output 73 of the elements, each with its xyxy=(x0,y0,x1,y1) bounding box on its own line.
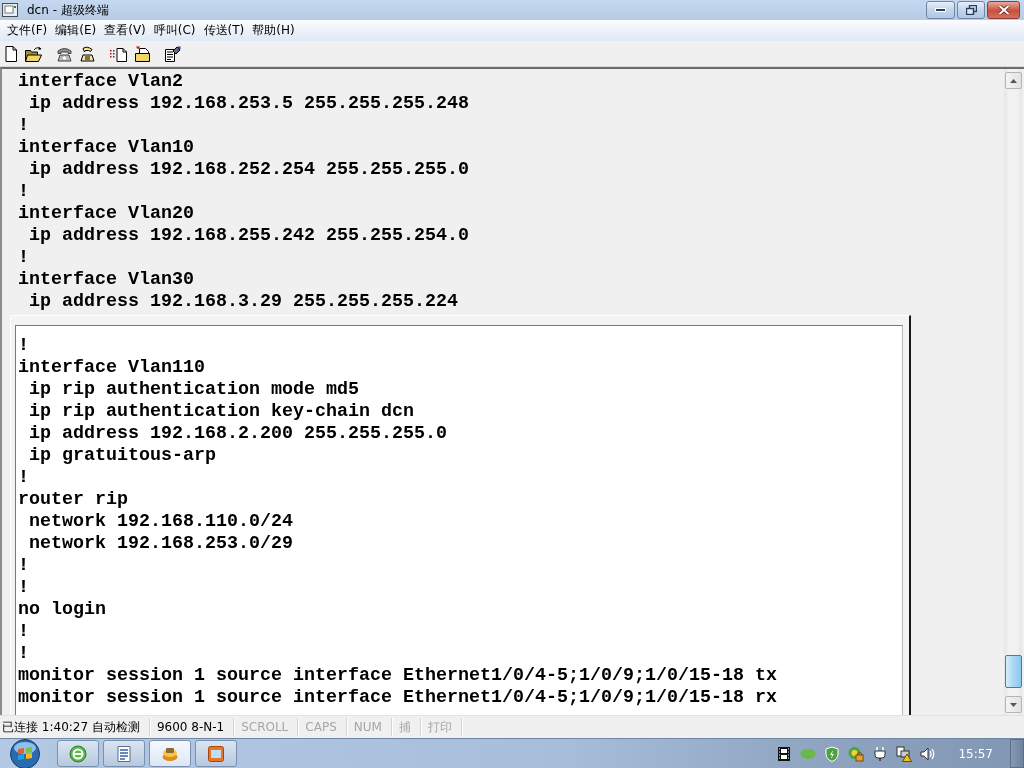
lock-icon[interactable] xyxy=(848,745,865,762)
status-text: CAPS xyxy=(305,720,337,734)
terminal-line: network 192.168.110.0/24 xyxy=(28,511,293,533)
terminal-line: interface Vlan20 xyxy=(18,203,194,225)
terminal-line: ! xyxy=(18,555,29,577)
scroll-thumb[interactable] xyxy=(1004,655,1022,688)
minimize-icon xyxy=(935,8,946,12)
up-arrow-icon xyxy=(1009,78,1017,83)
terminal-line: ip rip authentication key-chain dcn xyxy=(28,401,414,423)
terminal-line: ! xyxy=(18,643,29,665)
down-arrow-icon xyxy=(1009,702,1017,707)
terminal-line: no login xyxy=(18,599,106,621)
window-title: dcn - 超级终端 xyxy=(27,1,109,19)
terminal-line: network 192.168.253.0/29 xyxy=(28,533,293,555)
window-icon xyxy=(207,744,225,763)
menu-item[interactable]: 文件(F) xyxy=(4,20,52,41)
close-button[interactable] xyxy=(987,1,1020,19)
terminal-line: router rip xyxy=(18,489,128,511)
restore-button[interactable] xyxy=(957,1,985,19)
taskbar-button[interactable] xyxy=(195,740,237,767)
terminal-line: interface Vlan30 xyxy=(18,269,194,291)
scroll-up-button[interactable] xyxy=(1004,72,1022,89)
network-warning-icon[interactable] xyxy=(896,745,913,762)
status-text: 已连接 1:40:27 自动检测 xyxy=(2,718,140,736)
menu-item[interactable]: 编辑(E) xyxy=(52,20,101,41)
terminal-line: interface Vlan110 xyxy=(18,357,205,379)
properties-icon[interactable] xyxy=(165,45,181,62)
film-icon[interactable] xyxy=(776,745,793,762)
terminal-line: ! xyxy=(18,247,29,269)
terminal-line: ip gratuitous-arp xyxy=(28,445,216,467)
menu-item[interactable]: 传送(T) xyxy=(200,20,249,41)
terminal-line: ip address 192.168.3.29 255.255.255.224 xyxy=(28,291,458,313)
status-text: SCROLL xyxy=(241,720,289,734)
close-icon xyxy=(997,5,1010,15)
taskbar-button[interactable] xyxy=(149,740,191,767)
terminal-line: ip address 192.168.252.254 255.255.255.0 xyxy=(28,159,469,181)
restore-icon xyxy=(965,5,977,15)
status-text: 9600 8-N-1 xyxy=(156,720,225,734)
app-icon xyxy=(2,3,18,17)
speaker-icon[interactable] xyxy=(920,745,937,762)
terminal-line: ip address 192.168.255.242 255.255.254.0 xyxy=(28,225,469,247)
open-folder-icon[interactable] xyxy=(25,45,42,62)
plug-icon[interactable] xyxy=(872,745,889,762)
terminal-line: ip rip authentication mode md5 xyxy=(28,379,359,401)
document-icon xyxy=(115,744,133,763)
taskbar-button[interactable] xyxy=(103,740,145,767)
telephone-icon[interactable] xyxy=(80,45,95,62)
terminal-line: interface Vlan2 xyxy=(18,71,183,93)
terminal-line: ip address 192.168.2.200 255.255.255.0 xyxy=(28,423,447,445)
status-text: 打印 xyxy=(427,718,452,736)
terminal-line: ! xyxy=(18,577,29,599)
terminal-line: monitor session 1 source interface Ethernet1/0/4-5;1/0/9;1/0/15-18 tx xyxy=(18,665,777,687)
receive-folder-icon[interactable] xyxy=(135,45,150,62)
terminal-line: ! xyxy=(18,335,29,357)
menu-item[interactable]: 帮助(H) xyxy=(249,20,299,41)
menu-item[interactable]: 查看(V) xyxy=(101,20,150,41)
minimize-button[interactable] xyxy=(926,1,955,19)
send-file-icon[interactable] xyxy=(110,45,127,62)
status-text: 捕 xyxy=(398,718,411,736)
terminal-line: ! xyxy=(18,115,29,137)
menu-item[interactable]: 呼叫(C) xyxy=(150,20,200,41)
terminal-line: ! xyxy=(18,181,29,203)
terminal-line: ! xyxy=(18,621,29,643)
shield-icon[interactable] xyxy=(824,745,841,762)
terminal-line: interface Vlan10 xyxy=(18,137,194,159)
terminal-line: ip address 192.168.253.5 255.255.255.248 xyxy=(28,93,469,115)
status-text: NUM xyxy=(353,720,382,734)
scroll-down-button[interactable] xyxy=(1004,696,1022,713)
ring-icon xyxy=(69,744,87,763)
terminal-line: ! xyxy=(18,467,29,489)
taskbar-button[interactable] xyxy=(57,740,99,767)
new-document-icon[interactable] xyxy=(5,45,17,62)
terminal-line: monitor session 1 source interface Ethernet1/0/4-5;1/0/9;1/0/15-18 rx xyxy=(18,687,777,709)
